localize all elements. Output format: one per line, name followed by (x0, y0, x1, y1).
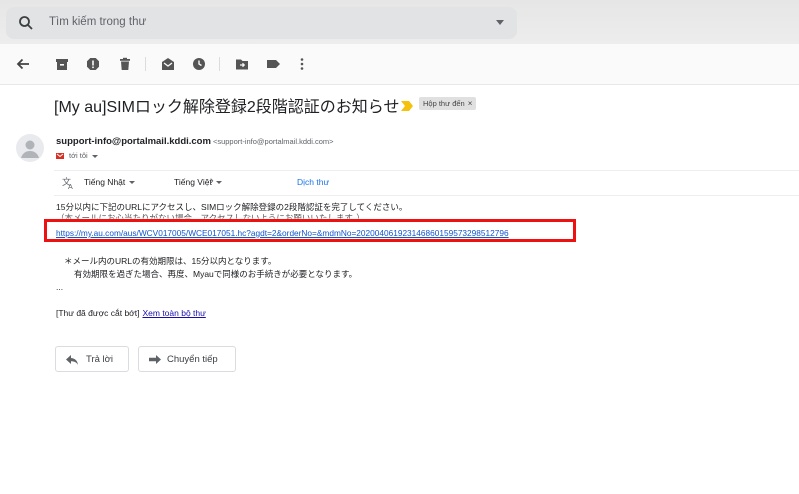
body-line-1: 15分以内に下記のURLにアクセスし、SIMロック解除登録の2段階認証を完了して… (56, 202, 408, 212)
forward-button[interactable]: Chuyển tiếp (138, 346, 236, 372)
delete-icon[interactable] (117, 56, 133, 72)
sender-line: support-info@portalmail.kddi.com <support… (56, 136, 334, 147)
toolbar-divider (145, 57, 146, 71)
recipient-details-chevron-icon[interactable] (91, 154, 98, 158)
snooze-icon[interactable] (191, 56, 207, 72)
translation-bar: 文A Tiếng Nhật › Tiếng Việt Dịch thư (54, 170, 799, 196)
search-box[interactable]: Tìm kiếm trong thư (6, 7, 517, 39)
forward-label: Chuyển tiếp (167, 354, 218, 365)
report-spam-icon[interactable] (85, 56, 101, 72)
source-language-chevron-icon (129, 181, 136, 185)
forward-icon (149, 355, 161, 365)
more-vert-icon[interactable] (294, 56, 310, 72)
target-language-chevron-icon (215, 181, 222, 185)
important-marker-icon[interactable] (401, 98, 413, 111)
recipient-label: tới tôi (69, 151, 88, 160)
body-note-1: ＊メール内のURLの有効期限は、15分以内となります。 (64, 256, 277, 266)
top-bar: Tìm kiếm trong thư (0, 0, 799, 44)
avatar-icon (16, 134, 44, 162)
back-arrow-icon[interactable] (15, 56, 31, 72)
search-options-chevron-icon[interactable] (496, 20, 504, 25)
remove-label-icon[interactable]: × (468, 99, 473, 108)
source-language-label: Tiếng Nhật (84, 177, 126, 187)
trimmed-notice: [Thư đã được cắt bớt] Xem toàn bộ thư (56, 308, 206, 318)
reply-label: Trả lời (86, 354, 113, 365)
svg-text:A: A (68, 183, 73, 190)
translate-icon: 文A (62, 176, 76, 191)
move-to-icon[interactable] (234, 56, 250, 72)
message-toolbar (0, 44, 799, 85)
toolbar-divider (219, 57, 220, 71)
target-language-select[interactable]: Tiếng Việt (174, 177, 222, 187)
view-full-message-link[interactable]: Xem toàn bộ thư (142, 308, 205, 318)
email-subject: [My au]SIMロック解除登録2段階認証のお知らせ (54, 99, 400, 116)
mark-unread-icon[interactable] (160, 56, 176, 72)
source-language-select[interactable]: Tiếng Nhật (84, 177, 136, 187)
recipient-line[interactable]: tới tôi (56, 151, 98, 161)
sender-name[interactable]: support-info@portalmail.kddi.com (56, 136, 211, 147)
recipient-flag-icon (56, 152, 65, 161)
body-note-2: 有効期限を過ぎた場合、再度、Myauで同様のお手続きが必要となります。 (74, 269, 358, 279)
translate-message-link[interactable]: Dịch thư (297, 177, 329, 187)
search-icon[interactable] (18, 15, 34, 31)
trimmed-label: [Thư đã được cắt bớt] (56, 308, 140, 318)
verification-url-link[interactable]: https://my.au.com/aus/WCV017005/WCE01705… (56, 228, 509, 238)
inbox-label-text: Hộp thư đến (423, 99, 465, 108)
reply-button[interactable]: Trả lời (55, 346, 129, 372)
label-icon[interactable] (265, 56, 281, 72)
reply-icon (66, 355, 78, 365)
target-language-label: Tiếng Việt (174, 177, 212, 187)
body-ellipsis: ... (56, 282, 64, 292)
sender-address: <support-info@portalmail.kddi.com> (212, 137, 334, 146)
inbox-label-chip[interactable]: Hộp thư đến × (419, 97, 477, 110)
search-input[interactable]: Tìm kiếm trong thư (49, 16, 146, 28)
archive-icon[interactable] (54, 56, 70, 72)
